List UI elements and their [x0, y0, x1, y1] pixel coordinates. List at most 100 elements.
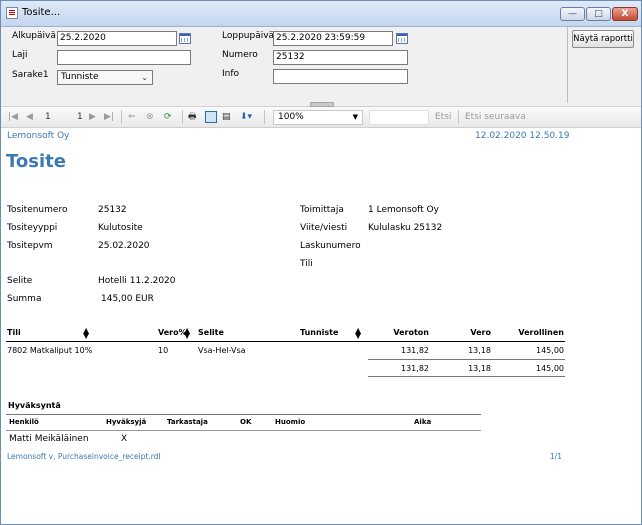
summa-value: 145,00 EUR — [101, 294, 154, 304]
report-footer-page: 1/1 — [550, 452, 563, 461]
find-input[interactable] — [369, 110, 429, 125]
approval-header-hyvaksyja: Hyväksyjä — [106, 418, 147, 426]
field-label: Viite/viesti — [300, 223, 348, 233]
approval-top-rule — [6, 414, 481, 415]
chevron-down-icon: ⌄ — [141, 73, 148, 82]
refresh-icon[interactable]: ⟳ — [164, 111, 172, 123]
zoom-select[interactable]: 100% ▼ — [273, 110, 363, 125]
app-icon — [6, 7, 18, 19]
company-name: Lemonsoft Oy — [7, 131, 70, 141]
report-footer-path: Lemonsoft v, Purchaseinvoice_receipt.rdl — [7, 452, 161, 461]
report-title: Tosite — [6, 151, 66, 172]
alkupaiva-input[interactable]: 25.2.2020 — [57, 31, 177, 46]
approval-header-tarkastaja: Tarkastaja — [167, 418, 208, 426]
info-input[interactable] — [273, 69, 408, 84]
table-cell-vero: 13,18 — [468, 346, 491, 355]
column-header-veroton[interactable]: Veroton — [381, 328, 429, 337]
total-verollinen: 145,00 — [536, 364, 564, 373]
title-bar: Tosite... — □ X — [1, 1, 641, 27]
field-label: Tositeyyppi — [7, 223, 58, 233]
toolbar-separator — [121, 110, 122, 124]
total-vero: 13,18 — [468, 364, 491, 373]
stop-icon[interactable]: ⊗ — [146, 111, 154, 123]
sarake1-select[interactable]: Tunniste ⌄ — [57, 70, 153, 85]
current-page-field[interactable]: 1 — [45, 111, 51, 123]
report-toolbar: |◀ ◀ 1 1 ▶ ▶| ⇐ ⊗ ⟳ 🖶 ▤ ⬇▾ 100% ▼ Etsi E… — [1, 107, 641, 128]
page-setup-icon[interactable]: ▤ — [222, 111, 231, 123]
column-header-vero-pct[interactable]: Vero% — [158, 328, 187, 337]
approval-title: Hyväksyntä — [8, 401, 61, 410]
next-page-icon[interactable]: ▶ — [89, 111, 96, 123]
field-label: Tositenumero — [7, 205, 68, 215]
back-icon[interactable]: ⇐ — [128, 111, 136, 123]
sort-icon[interactable]: ▲ ▼ — [355, 327, 361, 340]
field-label: Tili — [300, 259, 313, 269]
field-value: Kululasku 25132 — [368, 223, 443, 233]
column-header-verollinen[interactable]: Verollinen — [504, 328, 564, 337]
table-cell-tili: 7802 Matkaliput 10% — [7, 346, 93, 355]
toolbar-separator — [458, 110, 459, 124]
sort-icon[interactable]: ▲ ▼ — [83, 327, 89, 340]
numero-input[interactable]: 25132 — [273, 50, 408, 65]
calendar-icon[interactable] — [179, 33, 191, 44]
approval-cell-hyvaksyja: X — [121, 434, 128, 444]
approval-header-henkilo: Henkilö — [9, 418, 39, 426]
info-label: Info — [222, 69, 240, 79]
print-icon[interactable]: 🖶 — [188, 111, 197, 123]
approval-cell-henkilo: Matti Meikäläinen — [9, 434, 89, 444]
sort-icon[interactable]: ▲ ▼ — [184, 327, 190, 340]
laji-input[interactable] — [57, 50, 191, 65]
minimize-button[interactable]: — — [560, 7, 585, 21]
laji-label: Laji — [12, 50, 28, 60]
sarake1-selected: Tunniste — [61, 72, 99, 82]
approval-header-aika: Aika — [414, 418, 432, 426]
zoom-value: 100% — [278, 112, 304, 122]
field-value: 1 Lemonsoft Oy — [368, 205, 439, 215]
export-icon[interactable]: ⬇▾ — [240, 111, 252, 123]
numero-label: Numero — [222, 50, 258, 60]
totals-rule — [368, 359, 565, 360]
previous-page-icon[interactable]: ◀ — [26, 111, 33, 123]
field-value: Kulutosite — [98, 223, 143, 233]
field-label: Laskunumero — [300, 241, 361, 251]
approval-header-ok: OK — [240, 418, 252, 426]
parameter-panel: Alkupäivä 25.2.2020 Loppupäivä 25.2.2020… — [1, 27, 641, 107]
sarake1-label: Sarake1 — [12, 70, 49, 80]
loppupaiva-input[interactable]: 25.2.2020 23:59:59 — [273, 31, 393, 46]
print-timestamp: 12.02.2020 12.50.19 — [475, 131, 570, 141]
print-layout-icon[interactable] — [205, 111, 217, 123]
table-cell-selite: Vsa-Hel-Vsa — [198, 346, 246, 355]
approval-header-rule — [6, 430, 481, 431]
field-label: Toimittaja — [300, 205, 344, 215]
maximize-button[interactable]: □ — [586, 7, 611, 21]
field-value: 25.02.2020 — [98, 241, 150, 251]
close-button[interactable]: X — [612, 7, 638, 21]
toolbar-separator — [264, 110, 265, 124]
total-pages: 1 — [77, 112, 83, 122]
loppupaiva-label: Loppupäivä — [222, 31, 275, 41]
column-header-vero[interactable]: Vero — [441, 328, 491, 337]
first-page-icon[interactable]: |◀ — [8, 111, 18, 123]
find-next-link[interactable]: Etsi seuraava — [465, 111, 526, 123]
selite-label: Selite — [7, 276, 33, 286]
column-header-tunniste[interactable]: Tunniste — [300, 328, 338, 337]
column-header-selite[interactable]: Selite — [198, 328, 224, 337]
summa-label: Summa — [7, 294, 42, 304]
view-report-button[interactable]: Näytä raportti — [572, 30, 634, 48]
column-header-tili[interactable]: Tili — [7, 328, 21, 337]
find-link[interactable]: Etsi — [435, 111, 451, 123]
selite-value: Hotelli 11.2.2020 — [98, 276, 176, 286]
report-viewer-window: Tosite... — □ X Alkupäivä 25.2.2020 Lopp… — [0, 0, 642, 525]
field-label: Tositepvm — [7, 241, 53, 251]
total-veroton: 131,82 — [401, 364, 429, 373]
window-title: Tosite... — [22, 7, 61, 18]
table-cell-veroton: 131,82 — [401, 346, 429, 355]
totals-bottom-rule — [368, 376, 565, 377]
table-header-rule — [6, 341, 565, 342]
report-page: Lemonsoft Oy 12.02.2020 12.50.19 Tosite … — [1, 128, 641, 524]
alkupaiva-label: Alkupäivä — [12, 31, 56, 41]
toolbar-separator — [182, 110, 183, 124]
last-page-icon[interactable]: ▶| — [104, 111, 114, 123]
calendar-icon[interactable] — [396, 33, 408, 44]
table-cell-verollinen: 145,00 — [536, 346, 564, 355]
